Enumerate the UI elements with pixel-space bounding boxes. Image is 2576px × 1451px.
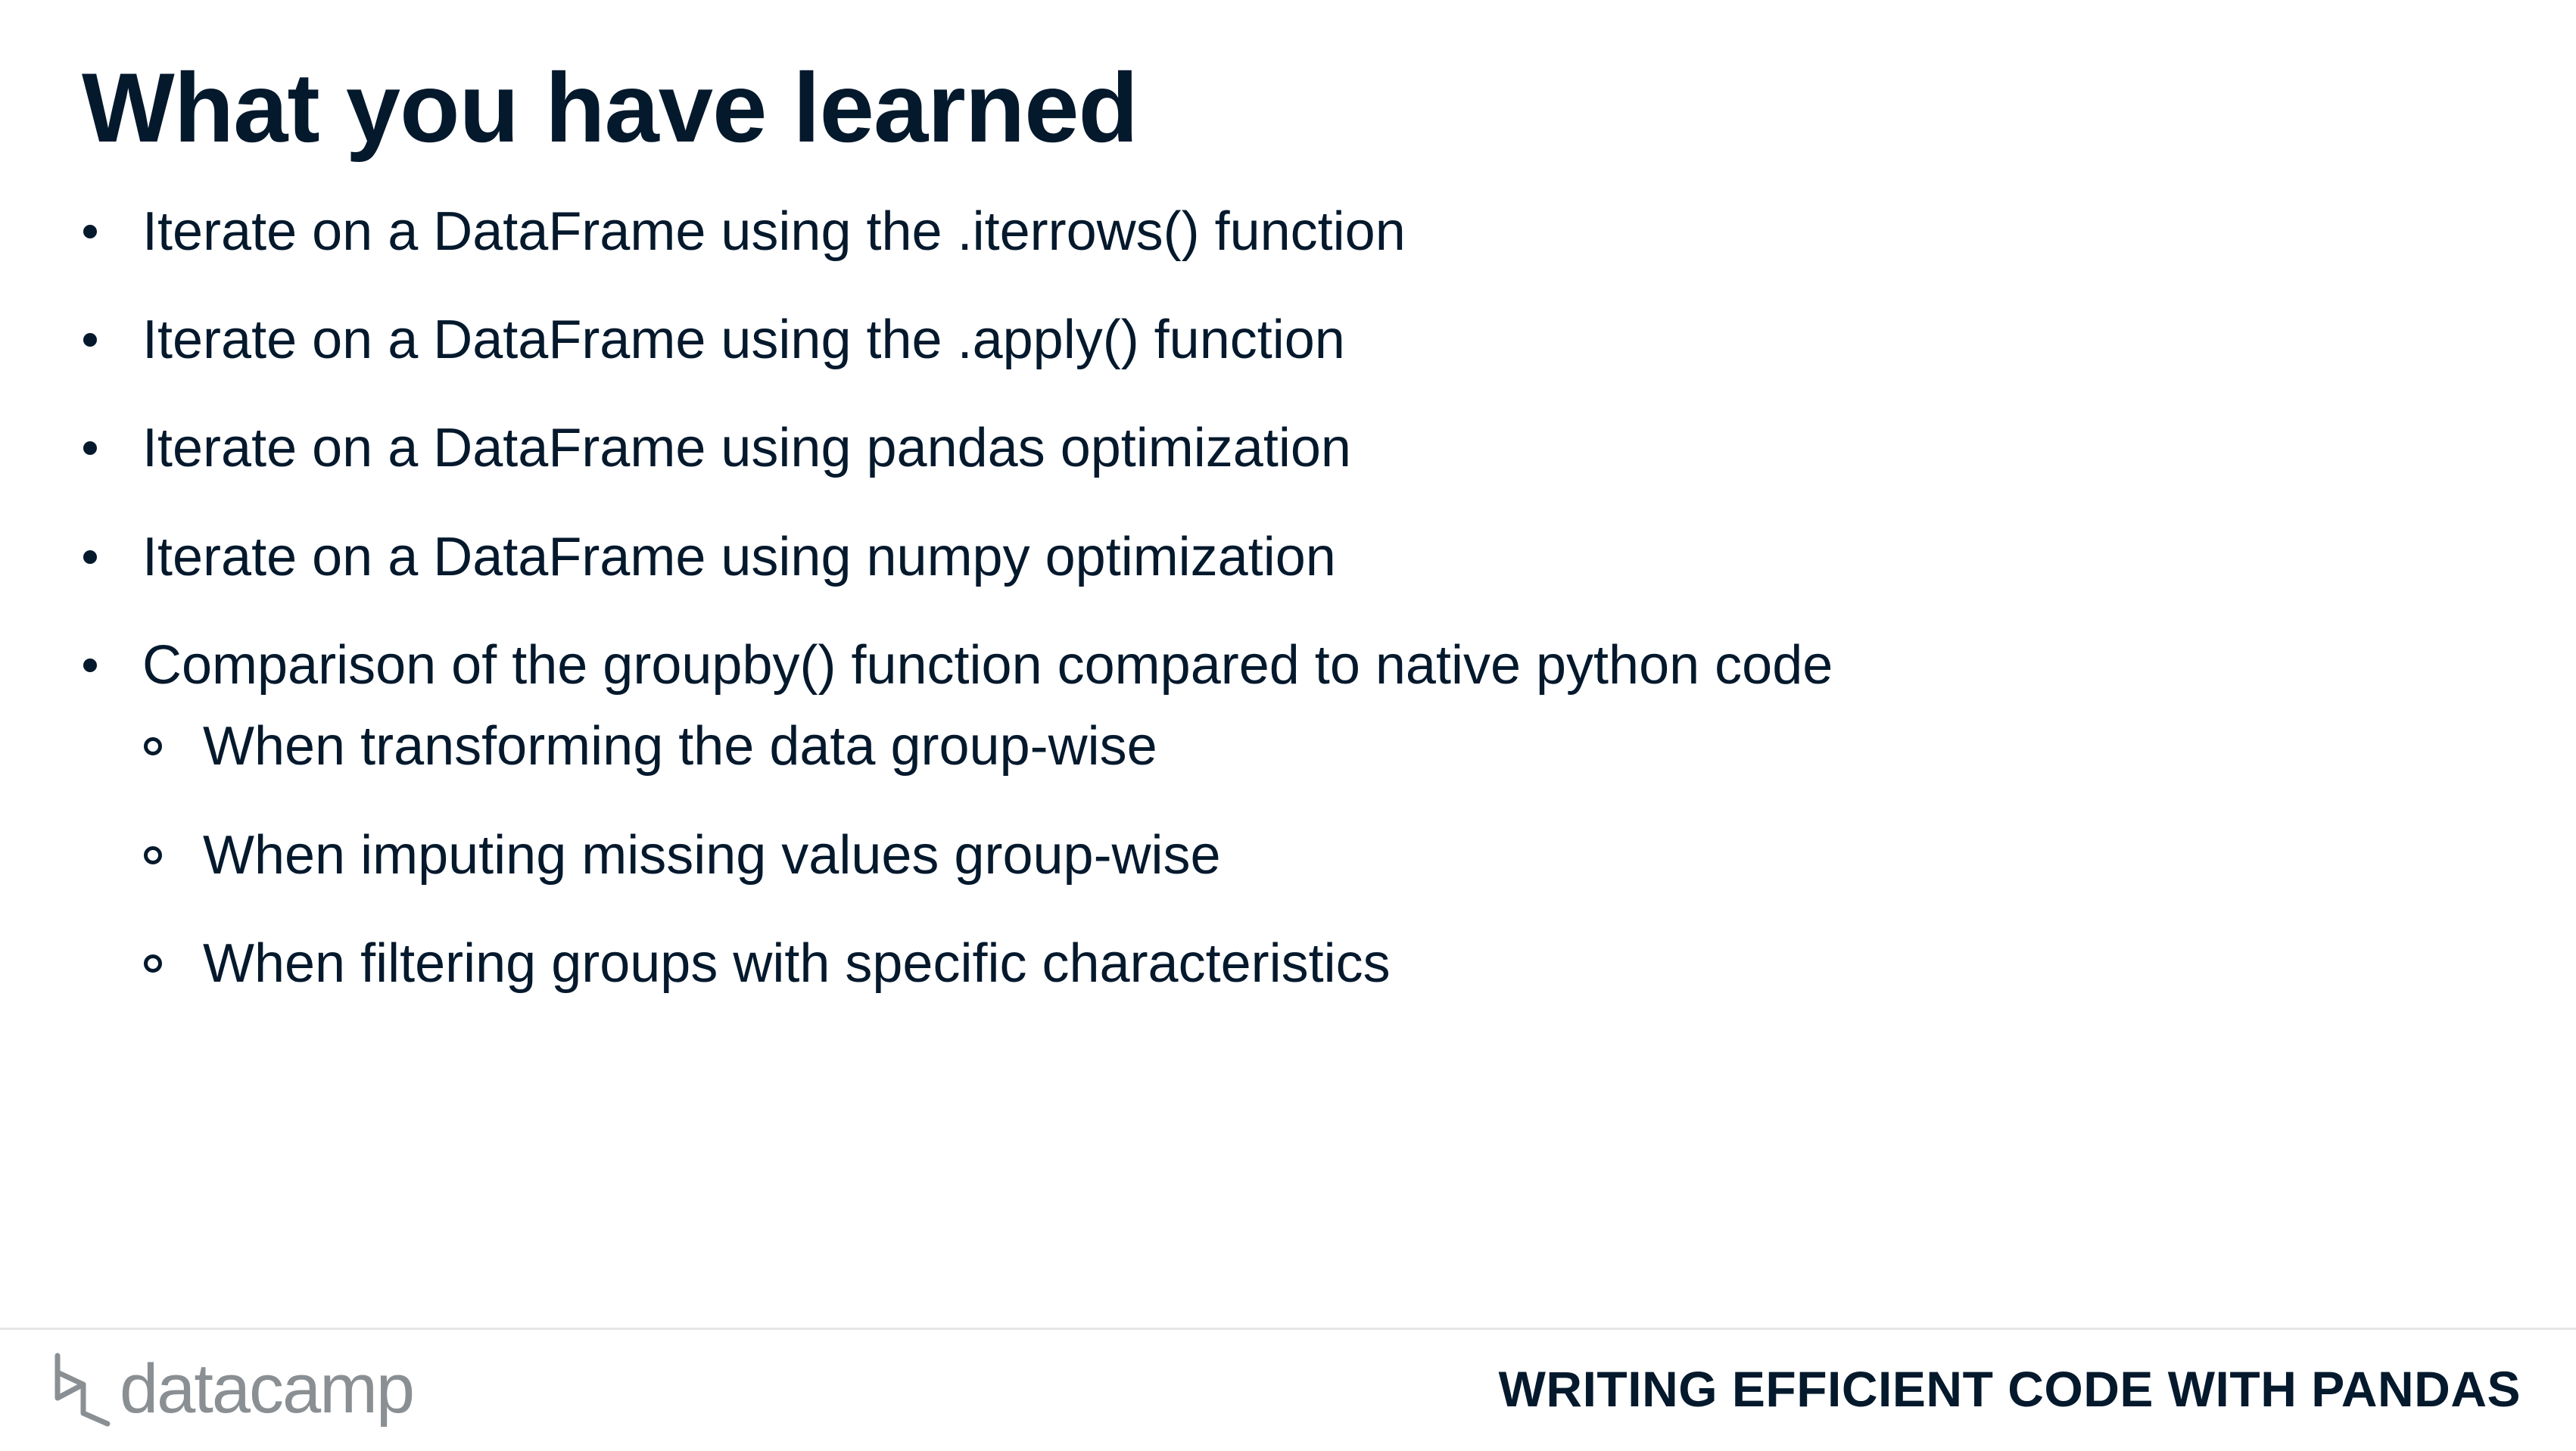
- sub-bullet-item: When imputing missing values group-wise: [144, 821, 1221, 889]
- sub-bullet-text: When filtering groups with specific char…: [203, 933, 1391, 994]
- sub-bullet-item: When filtering groups with specific char…: [144, 929, 1391, 998]
- bullet-text: Iterate on a DataFrame using the .iterro…: [142, 201, 1406, 262]
- bullet-dot-icon: [83, 225, 97, 238]
- bullet-circle-icon: [144, 954, 162, 973]
- bullet-circle-icon: [144, 846, 162, 864]
- datacamp-logo: datacamp: [53, 1347, 415, 1431]
- bullet-text: Iterate on a DataFrame using numpy optim…: [142, 527, 1336, 587]
- bullet-text: Iterate on a DataFrame using the .apply(…: [142, 310, 1345, 370]
- bullet-item: Iterate on a DataFrame using pandas opti…: [83, 414, 1351, 482]
- bullet-item: Iterate on a DataFrame using the .iterro…: [83, 198, 1406, 266]
- bullet-item: Iterate on a DataFrame using the .apply(…: [83, 306, 1345, 374]
- bullet-list: Iterate on a DataFrame using the .iterro…: [0, 0, 2576, 1451]
- sub-bullet-item: When transforming the data group-wise: [144, 712, 1157, 780]
- bullet-item: Iterate on a DataFrame using numpy optim…: [83, 523, 1336, 591]
- bullet-text: Comparison of the groupby() function com…: [142, 635, 1833, 696]
- bullet-circle-icon: [144, 737, 162, 755]
- footer-divider: [0, 1328, 2576, 1330]
- sub-bullet-text: When transforming the data group-wise: [203, 716, 1157, 777]
- course-name: WRITING EFFICIENT CODE WITH PANDAS: [1498, 1361, 2521, 1417]
- bullet-text: Iterate on a DataFrame using pandas opti…: [142, 418, 1351, 478]
- bullet-dot-icon: [83, 550, 97, 564]
- sub-bullet-text: When imputing missing values group-wise: [203, 825, 1221, 886]
- datacamp-logo-icon: [55, 1353, 111, 1427]
- logo-wordmark: datacamp: [120, 1350, 415, 1428]
- bullet-dot-icon: [83, 659, 97, 672]
- bullet-dot-icon: [83, 333, 97, 347]
- bullet-dot-icon: [83, 441, 97, 455]
- bullet-item: Comparison of the groupby() function com…: [83, 631, 1833, 699]
